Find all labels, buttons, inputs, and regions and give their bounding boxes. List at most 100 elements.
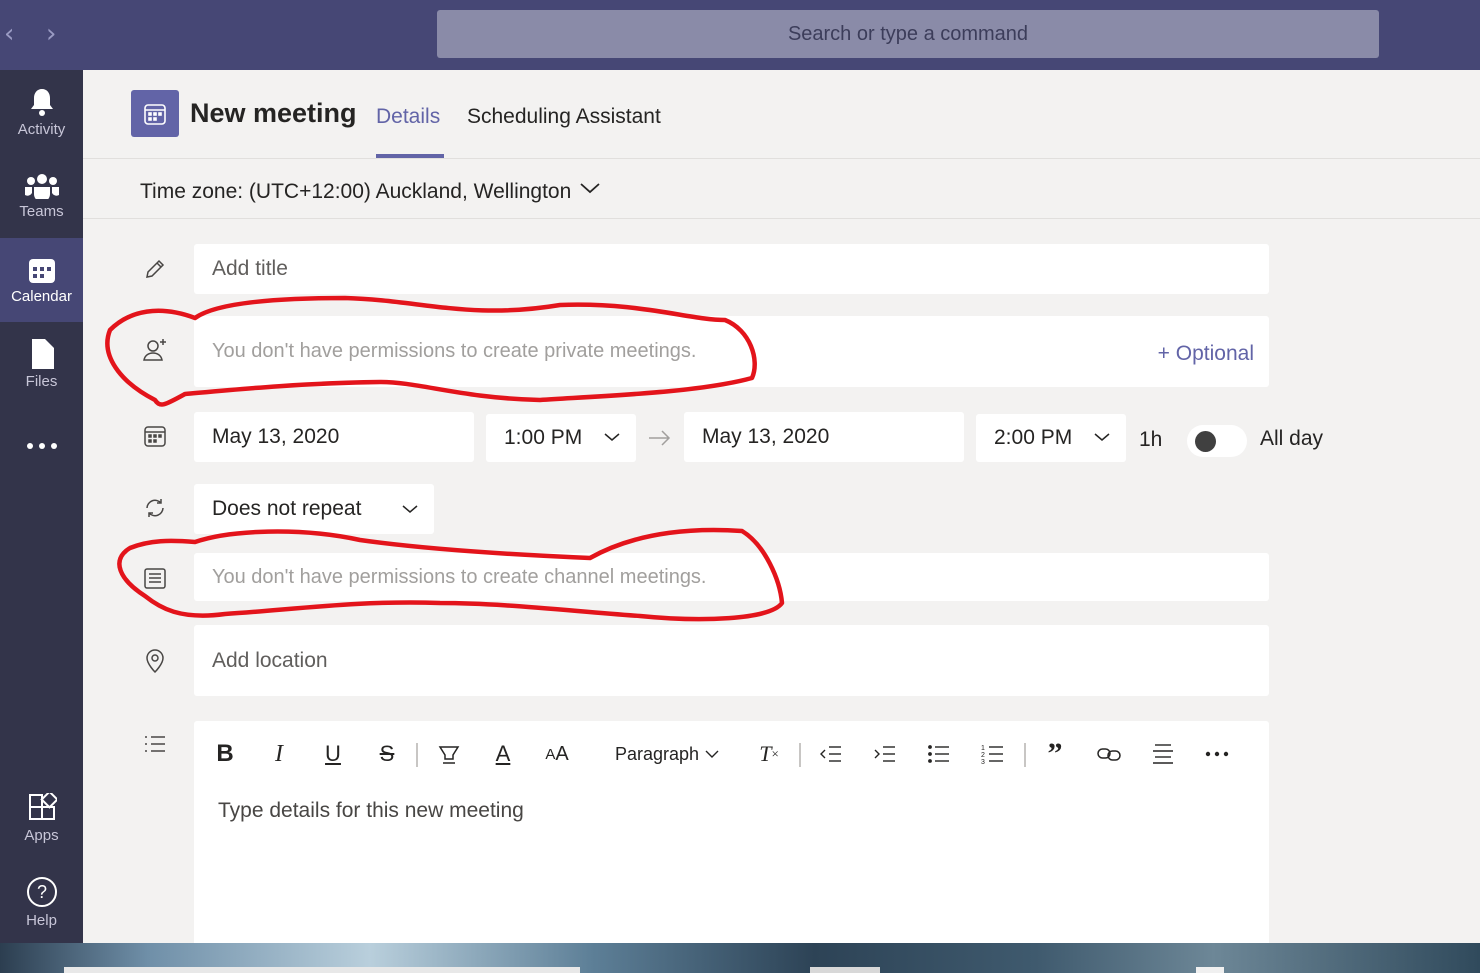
chevron-down-icon	[580, 183, 600, 194]
calendar-app-tile	[131, 90, 179, 137]
rail-item-more[interactable]	[0, 406, 83, 490]
rail-label: Teams	[19, 202, 64, 220]
tab-details[interactable]: Details	[376, 105, 440, 129]
channel-permission-message: You don't have permissions to create cha…	[212, 565, 707, 588]
repeat-select[interactable]: Does not repeat	[194, 484, 434, 534]
optional-attendees-link[interactable]: + Optional	[1158, 342, 1254, 366]
end-time-value: 2:00 PM	[994, 426, 1073, 449]
increase-indent-icon[interactable]	[870, 737, 900, 771]
teams-icon	[24, 173, 59, 199]
title-bar: ‹ › Search or type a command	[0, 0, 1480, 70]
taskbar-window-preview	[810, 967, 880, 973]
rail-label: Apps	[24, 826, 59, 844]
svg-text:3: 3	[981, 759, 985, 764]
rail-item-calendar[interactable]: Calendar	[0, 238, 83, 322]
title-input[interactable]: Add title	[194, 244, 1269, 294]
chevron-down-icon	[402, 505, 418, 513]
svg-text:1: 1	[981, 745, 985, 752]
page-title: New meeting	[190, 98, 357, 128]
chevron-down-icon	[1094, 433, 1110, 441]
search-placeholder: Search or type a command	[787, 22, 1029, 45]
highlight-icon[interactable]	[434, 737, 464, 771]
active-tab-indicator	[376, 154, 444, 158]
channel-input[interactable]: You don't have permissions to create cha…	[194, 553, 1269, 601]
font-color-icon[interactable]: A	[488, 737, 518, 771]
arrow-right-icon	[649, 430, 671, 446]
rail-item-apps[interactable]: Apps	[0, 776, 83, 860]
all-day-toggle[interactable]	[1187, 425, 1247, 457]
paragraph-label: Paragraph	[614, 743, 700, 764]
decrease-indent-icon[interactable]	[816, 737, 846, 771]
start-time-value: 1:00 PM	[504, 426, 583, 449]
calendar-icon	[28, 258, 55, 283]
chevron-down-icon	[604, 433, 620, 441]
more-icon	[26, 443, 57, 449]
repeat-value: Does not repeat	[212, 497, 362, 520]
rail-item-activity[interactable]: Activity	[0, 70, 83, 154]
chevron-right-icon[interactable]: ›	[46, 20, 56, 48]
toolbar-separator	[1024, 743, 1026, 767]
details-placeholder: Type details for this new meeting	[218, 799, 524, 822]
bell-icon	[30, 88, 53, 116]
rail-item-files[interactable]: Files	[0, 322, 83, 406]
link-icon[interactable]	[1094, 737, 1124, 771]
svg-text:?: ?	[36, 882, 46, 902]
align-icon[interactable]	[1148, 737, 1178, 771]
start-date-input[interactable]: May 13, 2020	[194, 412, 474, 462]
chevron-down-icon	[705, 750, 719, 758]
add-person-icon	[141, 336, 169, 364]
details-editor[interactable]: B I U S A AA Paragraph T × 123 ” Type de…	[194, 721, 1269, 951]
search-input[interactable]: Search or type a command	[437, 10, 1379, 58]
end-time-select[interactable]: 2:00 PM	[976, 414, 1126, 462]
timezone-selector[interactable]: Time zone: (UTC+12:00) Auckland, Welling…	[83, 159, 1480, 219]
calendar-icon	[144, 103, 166, 125]
chevron-left-icon[interactable]: ‹	[4, 20, 14, 48]
tab-scheduling-assistant[interactable]: Scheduling Assistant	[467, 105, 661, 129]
app-rail: Activity Teams Calendar Files Apps ? Hel…	[0, 70, 83, 943]
meeting-form: New meeting Details Scheduling Assistant…	[83, 70, 1480, 951]
location-placeholder: Add location	[212, 648, 328, 672]
attendees-permission-message: You don't have permissions to create pri…	[212, 340, 697, 362]
channel-icon	[141, 564, 169, 592]
font-size-icon[interactable]: AA	[542, 737, 572, 771]
rail-label: Activity	[17, 120, 66, 138]
file-icon	[31, 338, 54, 369]
clear-format-icon[interactable]: T ×	[754, 737, 784, 771]
timezone-label: Time zone: (UTC+12:00) Auckland, Welling…	[140, 180, 572, 203]
taskbar-window-preview	[64, 967, 580, 973]
paragraph-style-select[interactable]: Paragraph	[612, 737, 722, 771]
more-icon[interactable]	[1202, 737, 1232, 771]
rail-label: Calendar	[11, 287, 72, 305]
calendar-icon	[141, 422, 169, 450]
duration-label: 1h	[1139, 428, 1163, 451]
toolbar-separator	[799, 743, 801, 767]
bold-icon[interactable]: B	[210, 737, 240, 771]
rail-item-help[interactable]: ? Help	[0, 860, 83, 944]
title-placeholder: Add title	[212, 257, 288, 280]
italic-icon[interactable]: I	[264, 737, 294, 771]
rail-item-teams[interactable]: Teams	[0, 154, 83, 238]
end-date-value: May 13, 2020	[702, 425, 830, 448]
apps-icon	[28, 792, 57, 820]
rail-label: Help	[26, 911, 57, 929]
rail-label: Files	[25, 372, 58, 390]
toggle-knob	[1195, 431, 1216, 452]
taskbar-window-preview	[1196, 967, 1224, 973]
quote-icon[interactable]: ”	[1040, 737, 1070, 771]
end-date-input[interactable]: May 13, 2020	[684, 412, 964, 462]
underline-icon[interactable]: U	[318, 737, 348, 771]
all-day-label: All day	[1260, 427, 1324, 450]
attendees-input[interactable]: You don't have permissions to create pri…	[194, 316, 1269, 387]
strikethrough-icon[interactable]: S	[372, 737, 402, 771]
help-icon: ?	[26, 876, 57, 907]
toolbar-separator	[416, 743, 418, 767]
bullet-list-icon[interactable]	[924, 737, 954, 771]
page-header: New meeting Details Scheduling Assistant	[83, 70, 1480, 159]
start-time-select[interactable]: 1:00 PM	[486, 414, 636, 462]
numbered-list-icon[interactable]: 123	[978, 737, 1008, 771]
details-list-icon	[141, 730, 169, 758]
svg-text:2: 2	[981, 752, 985, 759]
repeat-icon	[141, 494, 169, 522]
location-input[interactable]: Add location	[194, 625, 1269, 696]
location-pin-icon	[141, 647, 169, 675]
